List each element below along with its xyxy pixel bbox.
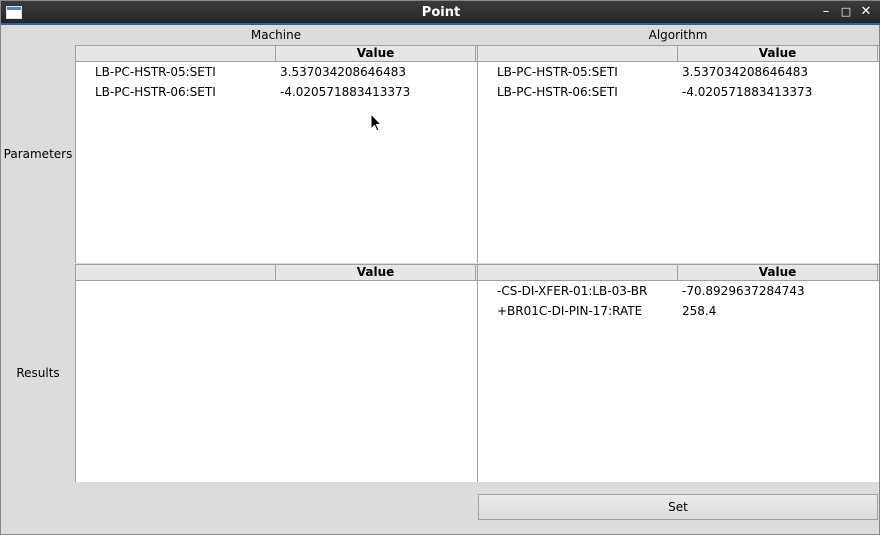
table-row[interactable]: LB-PC-HSTR-05:SETI 3.537034208646483 [478, 62, 879, 82]
parameters-row-header: Parameters [3, 147, 73, 161]
value-column-header[interactable]: Value [276, 46, 476, 61]
titlebar[interactable]: Point – □ ✕ [1, 1, 880, 25]
algorithm-column-header: Algorithm [648, 28, 708, 42]
value-column-header[interactable]: Value [276, 265, 476, 280]
window-title: Point [421, 5, 461, 20]
results-row-header: Results [16, 366, 60, 380]
machine-parameters-table[interactable]: Value LB-PC-HSTR-05:SETI 3.5370342086464… [75, 45, 477, 263]
name-column-header[interactable] [76, 46, 276, 61]
parameter-value: 3.537034208646483 [280, 65, 406, 79]
parameter-name: LB-PC-HSTR-05:SETI [497, 65, 618, 79]
mouse-cursor-icon [370, 113, 382, 132]
table-header: Value [76, 264, 477, 281]
result-name: +BR01C-DI-PIN-17:RATE [497, 304, 643, 318]
result-name: -CS-DI-XFER-01:LB-03-BR [497, 284, 648, 298]
table-row[interactable]: +BR01C-DI-PIN-17:RATE 258.4 [478, 301, 879, 321]
table-header: Value [76, 45, 477, 62]
close-icon[interactable]: ✕ [859, 5, 873, 19]
parameter-value: -4.020571883413373 [280, 85, 411, 99]
parameter-name: LB-PC-HSTR-06:SETI [497, 85, 618, 99]
parameter-name: LB-PC-HSTR-05:SETI [95, 65, 216, 79]
algorithm-results-table[interactable]: Value -CS-DI-XFER-01:LB-03-BR -70.892963… [477, 264, 879, 482]
machine-results-table[interactable]: Value [75, 264, 477, 482]
name-column-header[interactable] [478, 265, 678, 280]
parameter-value: 3.537034208646483 [682, 65, 808, 79]
table-row[interactable]: LB-PC-HSTR-05:SETI 3.537034208646483 [76, 62, 477, 82]
point-window: Point – □ ✕ Machine Algorithm Parameters… [0, 0, 880, 535]
machine-column-header: Machine [250, 28, 302, 42]
table-header: Value [478, 45, 879, 62]
parameter-name: LB-PC-HSTR-06:SETI [95, 85, 216, 99]
parameter-value: -4.020571883413373 [682, 85, 813, 99]
result-value: 258.4 [682, 304, 717, 318]
name-column-header[interactable] [478, 46, 678, 61]
algorithm-parameters-table[interactable]: Value LB-PC-HSTR-05:SETI 3.5370342086464… [477, 45, 879, 263]
table-row[interactable]: LB-PC-HSTR-06:SETI -4.020571883413373 [478, 82, 879, 102]
result-value: -70.8929637284743 [682, 284, 805, 298]
maximize-icon[interactable]: □ [839, 5, 853, 19]
table-row[interactable]: -CS-DI-XFER-01:LB-03-BR -70.892963728474… [478, 281, 879, 301]
minimize-icon[interactable]: – [819, 5, 833, 19]
name-column-header[interactable] [76, 265, 276, 280]
table-header: Value [478, 264, 879, 281]
value-column-header[interactable]: Value [678, 265, 878, 280]
table-row[interactable]: LB-PC-HSTR-06:SETI -4.020571883413373 [76, 82, 477, 102]
value-column-header[interactable]: Value [678, 46, 878, 61]
set-button[interactable]: Set [478, 494, 878, 520]
